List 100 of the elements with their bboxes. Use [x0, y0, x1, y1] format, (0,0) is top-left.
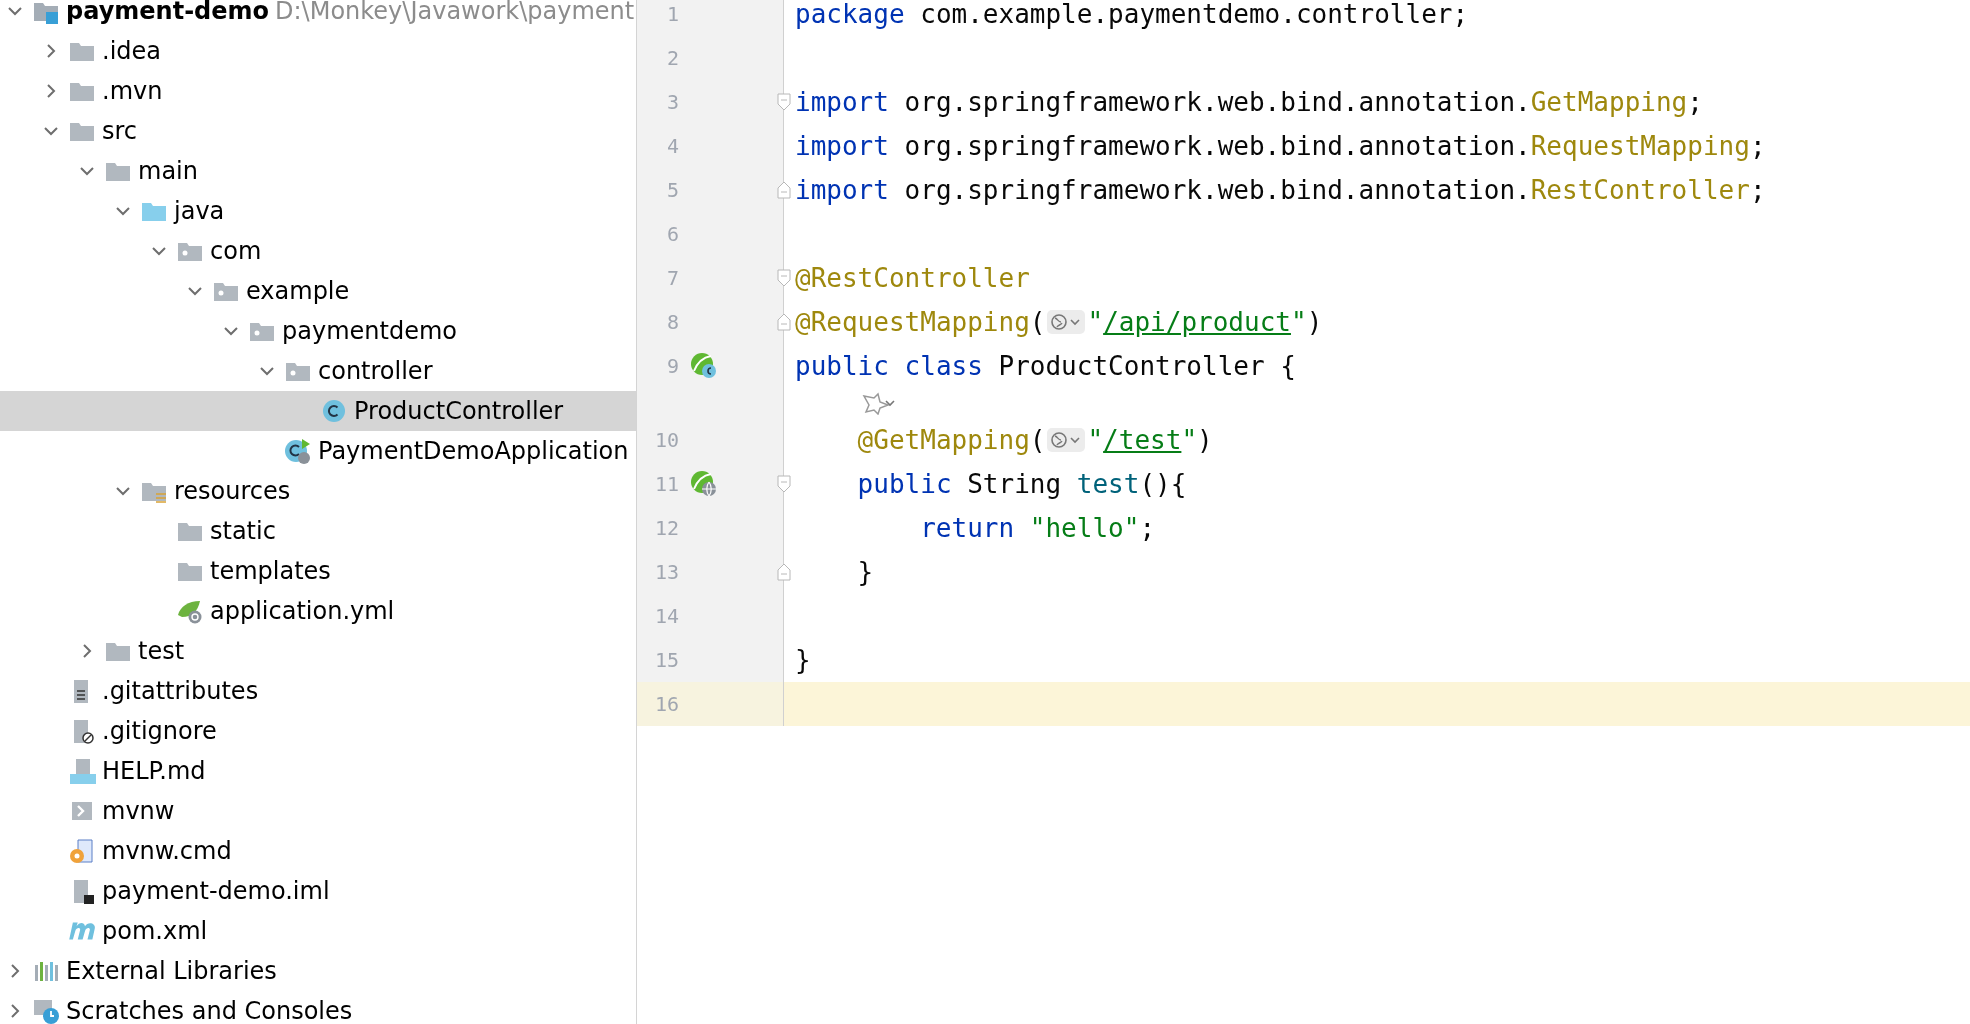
tree-item[interactable]: test [0, 631, 636, 671]
code-token: String [966, 469, 1063, 499]
item-name: payment-demo.iml [102, 877, 330, 905]
tree-item[interactable]: Scratches and Consoles [0, 991, 636, 1024]
bean-class-icon[interactable] [689, 351, 719, 381]
endpoint-globe-icon[interactable] [689, 469, 719, 499]
code-token: @RequestMapping [795, 307, 1030, 337]
tree-item[interactable]: example [0, 271, 636, 311]
tree-item[interactable]: static [0, 511, 636, 551]
tree-item[interactable]: application.yml [0, 591, 636, 631]
line-number: 8 [665, 310, 679, 334]
tree-item[interactable]: .gitignore [0, 711, 636, 751]
tree-item[interactable]: External Libraries [0, 951, 636, 991]
url-link[interactable]: /api/product [1103, 307, 1291, 337]
fold-marker-icon[interactable] [776, 312, 792, 332]
maven-file-icon [68, 921, 96, 941]
code-token: "hello" [1028, 513, 1140, 543]
code-token: } [857, 557, 874, 587]
code-token: " [1087, 307, 1104, 337]
line-number: 2 [665, 46, 679, 70]
code-token: GetMapping [1530, 87, 1688, 117]
tree-item[interactable]: pom.xml [0, 911, 636, 951]
fold-marker-icon[interactable] [776, 92, 792, 112]
code-token: ) [1197, 425, 1213, 455]
line-number: 9 [665, 354, 679, 378]
tree-item[interactable]: resources [0, 471, 636, 511]
line-number: 16 [653, 692, 679, 716]
code-token: " [1181, 425, 1198, 455]
line-number: 14 [653, 604, 679, 628]
tree-item[interactable]: .gitattributes [0, 671, 636, 711]
code-token: @RestController [795, 263, 1030, 293]
item-name: application.yml [210, 597, 395, 625]
tree-item[interactable]: mvnw [0, 791, 636, 831]
tree-item[interactable]: HELP.md [0, 751, 636, 791]
fold-marker-icon[interactable] [776, 180, 792, 200]
url-link[interactable]: /test [1103, 425, 1182, 455]
code-token: import [795, 131, 889, 161]
item-name: test [138, 637, 185, 665]
tree-item[interactable]: java [0, 191, 636, 231]
code-token: import [795, 175, 889, 205]
tree-item[interactable]: payment-demo.iml [0, 871, 636, 911]
code-token: " [1290, 307, 1307, 337]
tree-item[interactable]: main [0, 151, 636, 191]
line-number: 15 [653, 648, 679, 672]
tree-item[interactable]: .mvn [0, 71, 636, 111]
item-name: Scratches and Consoles [66, 997, 353, 1024]
globe-hint-icon[interactable] [1047, 310, 1086, 334]
code-token: package [795, 0, 905, 29]
tree-item[interactable]: com [0, 231, 636, 271]
item-name: .gitattributes [102, 677, 259, 705]
code-token: } [795, 645, 811, 675]
fold-marker-icon[interactable] [776, 268, 792, 288]
item-name: main [138, 157, 198, 185]
item-name: pom.xml [102, 917, 208, 945]
line-number: 11 [653, 472, 679, 496]
module-folder-icon [32, 0, 60, 25]
code-token: public class [795, 351, 983, 381]
code-token: ; [1749, 175, 1766, 205]
code-token: return [920, 513, 1015, 543]
item-name: .idea [102, 37, 161, 65]
tree-item[interactable]: templates [0, 551, 636, 591]
tree-item[interactable]: src [0, 111, 636, 151]
code-token: RequestMapping [1530, 131, 1750, 161]
code-token: ( [1029, 425, 1046, 455]
fold-marker-icon[interactable] [776, 474, 792, 494]
code-token: (){ [1139, 469, 1187, 499]
tree-item[interactable]: PaymentDemoApplication [0, 431, 636, 471]
item-name: example [246, 277, 350, 305]
code-token: test [1076, 469, 1140, 499]
tree-item[interactable]: controller [0, 351, 636, 391]
code-token: com.example.paymentdemo.controller; [919, 0, 1469, 29]
item-name: mvnw.cmd [102, 837, 232, 865]
line-number: 1 [665, 2, 679, 26]
code-token: ProductController { [997, 351, 1296, 381]
application-class-icon [284, 437, 312, 465]
tree-item[interactable]: paymentdemo [0, 311, 636, 351]
tree-item[interactable]: ProductController [0, 391, 636, 431]
line-number: 6 [665, 222, 679, 246]
code-token: org.springframework.web.bind.annotation. [903, 131, 1531, 161]
fold-marker-icon[interactable] [776, 562, 792, 582]
globe-hint-icon[interactable] [1047, 428, 1086, 452]
item-name: resources [174, 477, 291, 505]
line-number: 10 [653, 428, 679, 452]
code-token: org.springframework.web.bind.annotation. [903, 87, 1531, 117]
code-token: public [857, 469, 952, 499]
tree-item[interactable]: .idea [0, 31, 636, 71]
item-name: static [210, 517, 276, 545]
item-name: src [102, 117, 138, 145]
code-token: import [795, 87, 889, 117]
item-name: PaymentDemoApplication [318, 437, 629, 465]
line-number: 3 [665, 90, 679, 114]
code-token: ; [1749, 131, 1766, 161]
code-token: @GetMapping [857, 425, 1030, 455]
markdown-file-icon [68, 757, 96, 785]
tree-item[interactable]: payment-demo D:\Monkey\Javawork\payment [0, 0, 636, 31]
line-number: 13 [653, 560, 679, 584]
tree-item[interactable]: mvnw.cmd [0, 831, 636, 871]
class-icon [320, 397, 348, 425]
line-number: 7 [665, 266, 679, 290]
item-name: paymentdemo [282, 317, 457, 345]
